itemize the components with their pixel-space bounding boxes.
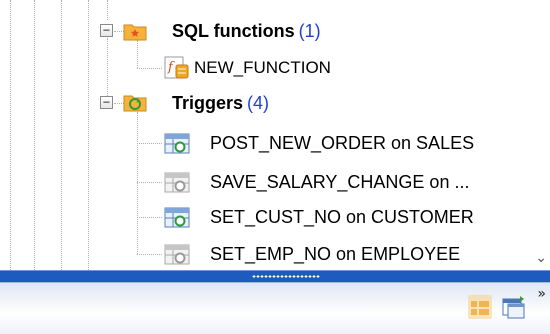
tree-guide-line bbox=[61, 0, 62, 270]
group-count: (1) bbox=[298, 20, 321, 41]
toolbar-overflow-chevron-icon[interactable]: » bbox=[537, 287, 546, 301]
tree-item-trigger[interactable]: SET_CUST_NO on CUSTOMER bbox=[210, 203, 474, 231]
tree-guide-line bbox=[10, 0, 11, 270]
trigger-inactive-icon bbox=[164, 170, 190, 194]
tree-connector bbox=[137, 68, 162, 69]
tree-node-sql-functions[interactable]: SQL functions (1) bbox=[172, 17, 321, 45]
panel-splitter[interactable] bbox=[0, 270, 550, 282]
db-objects-view-button[interactable] bbox=[466, 293, 494, 321]
db-objects-icon bbox=[468, 295, 492, 319]
tree-node-triggers[interactable]: Triggers (4) bbox=[172, 89, 269, 117]
collapse-toggle-triggers[interactable]: − bbox=[100, 96, 113, 109]
function-folder-icon bbox=[123, 21, 147, 41]
trigger-icon bbox=[164, 205, 190, 229]
tree-connector bbox=[137, 182, 162, 183]
tree-item-trigger[interactable]: POST_NEW_ORDER on SALES bbox=[210, 129, 474, 157]
vertical-scrollbar[interactable]: ⌄ bbox=[530, 0, 550, 270]
trigger-icon bbox=[164, 131, 190, 155]
tree-item-trigger[interactable]: SAVE_SALARY_CHANGE on ... bbox=[210, 168, 469, 196]
scroll-down-arrow-icon[interactable]: ⌄ bbox=[535, 250, 547, 266]
group-label: SQL functions bbox=[172, 20, 295, 41]
tree-connector bbox=[137, 143, 162, 144]
tree-item-new-function[interactable]: NEW_FUNCTION bbox=[194, 54, 331, 82]
collapse-toggle-sql-functions[interactable]: − bbox=[100, 24, 113, 37]
tree-guide-line bbox=[137, 40, 138, 68]
function-icon: f bbox=[164, 56, 190, 80]
tree-connector bbox=[137, 217, 162, 218]
window-list-button[interactable] bbox=[500, 293, 528, 321]
windows-icon bbox=[502, 296, 525, 319]
trigger-folder-icon bbox=[123, 92, 147, 112]
trigger-inactive-icon bbox=[164, 242, 190, 266]
group-label: Triggers bbox=[172, 92, 244, 113]
tree-connector bbox=[137, 254, 162, 255]
tree-guide-line bbox=[137, 112, 138, 254]
database-explorer-tree: − SQL functions (1) f NEW_FUNCTION − Tri… bbox=[0, 0, 550, 270]
tree-guide-line bbox=[34, 0, 35, 270]
tree-item-trigger[interactable]: SET_EMP_NO on EMPLOYEE bbox=[210, 240, 460, 268]
tree-guide-line bbox=[88, 0, 89, 270]
tree-guide-line bbox=[107, 0, 108, 20]
tree-guide-line bbox=[107, 38, 108, 96]
group-count: (4) bbox=[247, 92, 270, 113]
bottom-toolbar: » bbox=[0, 282, 550, 334]
splitter-grip-handle[interactable] bbox=[252, 275, 320, 278]
